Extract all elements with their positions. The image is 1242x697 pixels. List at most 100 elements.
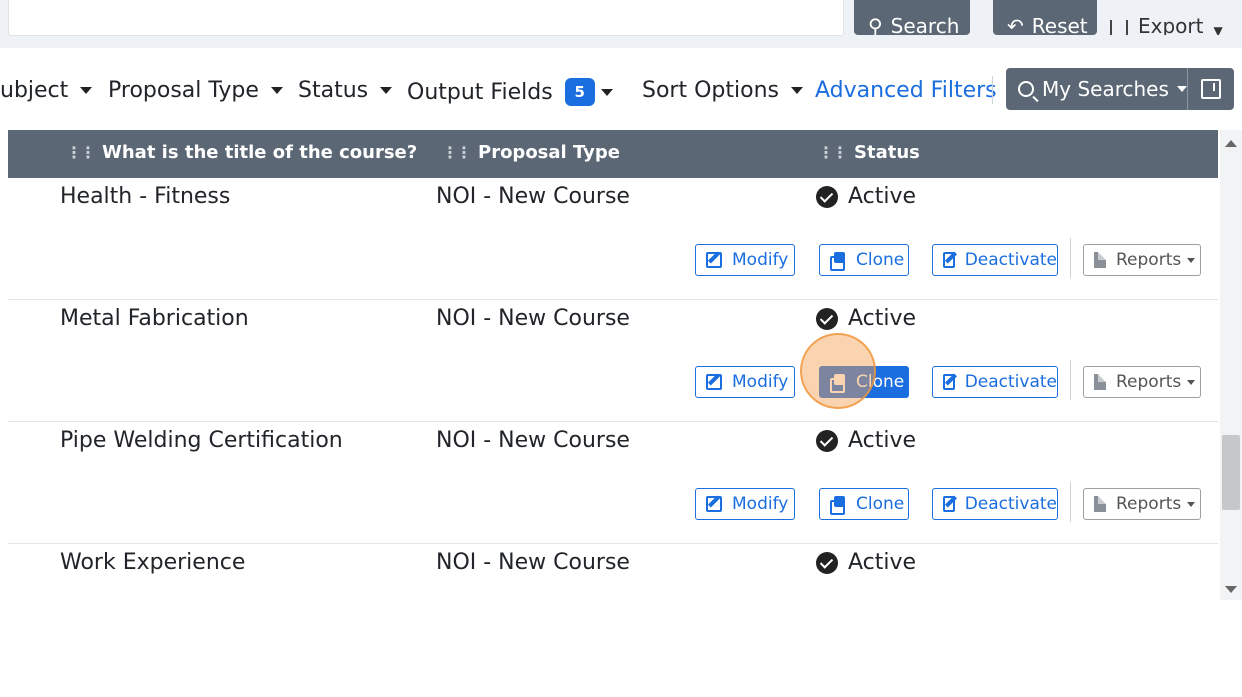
- column-header-title-label: What is the title of the course?: [102, 142, 418, 163]
- column-header-proposal-type-label: Proposal Type: [478, 142, 620, 163]
- reports-label: Reports: [1116, 494, 1182, 514]
- check-circle-icon: [816, 551, 838, 574]
- deactivate-label: Deactivate: [964, 250, 1057, 270]
- reports-dropdown[interactable]: Reports: [1083, 244, 1201, 276]
- filter-proposal-type[interactable]: Proposal Type: [108, 78, 283, 103]
- course-title: Pipe Welding Certification: [60, 428, 343, 453]
- advanced-filters-link[interactable]: Advanced Filters: [815, 78, 997, 103]
- deactivate-label: Deactivate: [964, 494, 1057, 514]
- clone-icon: [830, 252, 846, 271]
- filter-bar: ubject Proposal Type Status Output Field…: [0, 48, 1242, 130]
- column-header-title[interactable]: ⋮⋮ What is the title of the course?: [66, 142, 417, 163]
- my-searches-button[interactable]: My Searches: [1006, 68, 1188, 110]
- caret-down-icon: [1187, 501, 1196, 507]
- reports-dropdown[interactable]: Reports: [1083, 488, 1201, 520]
- status-badge: Active: [816, 550, 916, 575]
- clone-button[interactable]: Clone: [819, 366, 909, 398]
- table-row: Health - Fitness NOI - New Course Active…: [8, 178, 1218, 300]
- status-badge: Active: [816, 306, 916, 331]
- my-searches-label: My Searches: [1042, 77, 1169, 101]
- column-header-proposal-type[interactable]: ⋮⋮ Proposal Type: [442, 142, 620, 163]
- search-button-label: Search: [890, 14, 960, 35]
- clone-button[interactable]: Clone: [819, 244, 909, 276]
- proposal-type: NOI - New Course: [436, 184, 630, 209]
- document-icon: [1094, 496, 1106, 512]
- scroll-up-icon[interactable]: [1225, 140, 1237, 147]
- clone-button[interactable]: Clone: [819, 488, 909, 520]
- check-circle-icon: [816, 307, 838, 330]
- reports-label: Reports: [1116, 250, 1182, 270]
- modify-button[interactable]: Modify: [695, 366, 795, 398]
- clone-label: Clone: [856, 372, 905, 392]
- status-text: Active: [848, 550, 917, 575]
- caret-down-icon: [270, 87, 283, 94]
- reset-button[interactable]: ↶ Reset: [993, 0, 1097, 35]
- reports-label: Reports: [1116, 372, 1182, 392]
- caret-down-icon: [1187, 257, 1196, 263]
- search-input[interactable]: [8, 0, 844, 36]
- deactivate-button[interactable]: Deactivate: [932, 366, 1058, 398]
- save-search-button[interactable]: [1188, 68, 1234, 110]
- modify-button[interactable]: Modify: [695, 488, 795, 520]
- scroll-down-icon[interactable]: [1225, 586, 1237, 593]
- status-text: Active: [848, 184, 917, 209]
- modify-label: Modify: [732, 494, 789, 514]
- clone-label: Clone: [856, 250, 905, 270]
- filter-proposal-type-label: Proposal Type: [108, 78, 259, 103]
- check-circle-icon: [816, 185, 838, 208]
- status-text: Active: [848, 306, 917, 331]
- table-header: ⋮⋮ What is the title of the course? ⋮⋮ P…: [8, 130, 1218, 178]
- modify-label: Modify: [732, 372, 789, 392]
- filter-subject[interactable]: ubject: [0, 78, 93, 103]
- deactivate-label: Deactivate: [964, 372, 1057, 392]
- caret-down-icon: [380, 87, 393, 94]
- export-label: Export: [1138, 14, 1204, 35]
- proposal-type: NOI - New Course: [436, 306, 630, 331]
- save-icon: [1201, 79, 1221, 99]
- export-icon: [1110, 20, 1128, 35]
- drag-handle-icon[interactable]: ⋮⋮: [818, 143, 848, 162]
- check-circle-icon: [816, 429, 838, 452]
- export-dropdown[interactable]: Export ▼: [1110, 0, 1223, 35]
- document-icon: [1094, 252, 1106, 268]
- deactivate-button[interactable]: Deactivate: [932, 244, 1058, 276]
- caret-down-icon: [1187, 379, 1196, 385]
- output-fields-count-badge: 5: [564, 78, 595, 106]
- edit-icon: [943, 252, 955, 268]
- drag-handle-icon[interactable]: ⋮⋮: [66, 143, 96, 162]
- filter-sort-options[interactable]: Sort Options: [642, 78, 803, 103]
- divider: [1070, 482, 1071, 522]
- clone-label: Clone: [856, 494, 905, 514]
- chevron-down-icon: ▼: [1213, 24, 1223, 35]
- filter-subject-label: ubject: [0, 78, 69, 103]
- drag-handle-icon[interactable]: ⋮⋮: [442, 143, 472, 162]
- filter-status-label: Status: [298, 78, 369, 103]
- reports-dropdown[interactable]: Reports: [1083, 366, 1201, 398]
- document-icon: [1094, 374, 1106, 390]
- edit-icon: [943, 374, 955, 390]
- divider: [992, 76, 993, 104]
- edit-icon: [706, 252, 722, 268]
- caret-down-icon: [600, 88, 613, 96]
- divider: [1070, 360, 1071, 400]
- caret-down-icon: [80, 87, 93, 94]
- clone-icon: [830, 374, 846, 393]
- table-row: Pipe Welding Certification NOI - New Cou…: [8, 422, 1218, 544]
- edit-icon: [706, 496, 722, 512]
- caret-down-icon: [790, 87, 803, 94]
- filter-output-fields[interactable]: Output Fields 5: [407, 78, 613, 106]
- course-title: Metal Fabrication: [60, 306, 249, 331]
- modify-button[interactable]: Modify: [695, 244, 795, 276]
- modify-label: Modify: [732, 250, 789, 270]
- status-text: Active: [848, 428, 917, 453]
- my-searches-group: My Searches: [1006, 68, 1234, 110]
- search-icon: ⚲: [868, 14, 883, 35]
- column-header-status[interactable]: ⋮⋮ Status: [818, 142, 920, 163]
- deactivate-button[interactable]: Deactivate: [932, 488, 1058, 520]
- scrollbar-thumb[interactable]: [1222, 435, 1240, 510]
- filter-status[interactable]: Status: [298, 78, 393, 103]
- top-search-strip: ⚲ Search ↶ Reset Export ▼: [0, 0, 1242, 48]
- search-button[interactable]: ⚲ Search: [854, 0, 970, 35]
- course-title: Health - Fitness: [60, 184, 231, 209]
- vertical-scrollbar[interactable]: [1220, 130, 1242, 600]
